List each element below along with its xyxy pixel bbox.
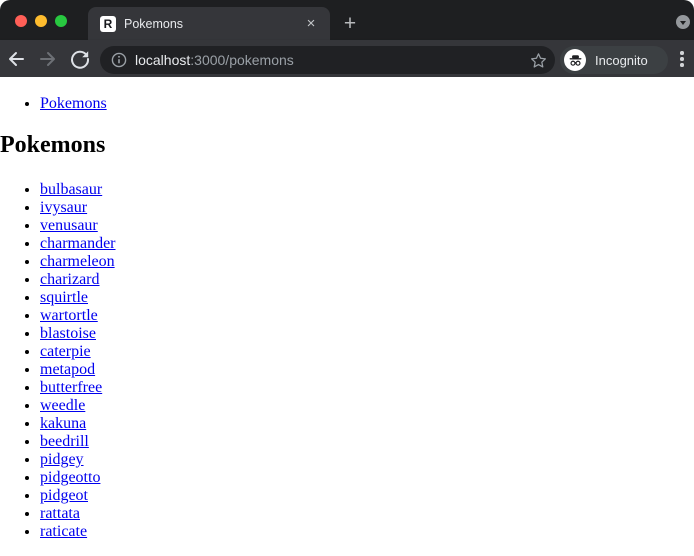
page-title: Pokemons <box>0 132 106 158</box>
pokemon-link[interactable]: ivysaur <box>40 199 87 216</box>
remix-favicon-icon: R <box>100 15 116 32</box>
pokemon-link[interactable]: pidgeotto <box>40 469 100 486</box>
list-item: rattata <box>40 505 694 523</box>
traffic-lights <box>15 15 67 27</box>
dots-menu-icon <box>680 51 684 55</box>
window-close-button[interactable] <box>15 15 27 27</box>
list-item: charmander <box>40 235 694 253</box>
forward-button[interactable] <box>37 48 59 70</box>
pokemon-link[interactable]: charizard <box>40 271 100 288</box>
tab-strip: R Pokemons × + <box>0 0 694 40</box>
tab-title: Pokemons <box>124 16 184 31</box>
site-info-icon[interactable] <box>111 52 127 68</box>
list-item: butterfree <box>40 379 694 397</box>
browser-window: R Pokemons × + localhost:3000/pokemons I… <box>0 0 694 556</box>
list-item: squirtle <box>40 289 694 307</box>
breadcrumb-list: Pokemons <box>0 95 694 113</box>
url-path: :3000/pokemons <box>190 52 294 68</box>
pokemon-link[interactable]: kakuna <box>40 415 86 432</box>
star-icon <box>530 52 546 68</box>
pokemon-link[interactable]: venusaur <box>40 217 98 234</box>
list-item: pidgeotto <box>40 469 694 487</box>
pokemon-link[interactable]: pidgeot <box>40 487 88 504</box>
list-item: metapod <box>40 361 694 379</box>
pokemon-link[interactable]: raticate <box>40 523 87 540</box>
list-item: raticate <box>40 523 694 541</box>
list-item: beedrill <box>40 433 694 451</box>
list-item: bulbasaur <box>40 181 694 199</box>
pokemon-link[interactable]: bulbasaur <box>40 181 102 198</box>
url-host: localhost <box>135 52 191 68</box>
list-item: ivysaur <box>40 199 694 217</box>
back-arrow-icon <box>9 52 24 66</box>
incognito-label: Incognito <box>595 52 648 68</box>
incognito-badge: Incognito <box>560 46 668 74</box>
reload-icon <box>71 50 90 69</box>
pokemon-link[interactable]: beedrill <box>40 433 89 450</box>
page-content: Pokemons Pokemons bulbasaurivysaurvenusa… <box>0 77 694 556</box>
browser-tab[interactable]: R Pokemons × <box>88 7 330 40</box>
back-button[interactable] <box>5 48 27 70</box>
pokemon-link[interactable]: caterpie <box>40 343 91 360</box>
pokemon-link[interactable]: metapod <box>40 361 95 378</box>
list-item: charizard <box>40 271 694 289</box>
pokemon-link[interactable]: blastoise <box>40 325 96 342</box>
tab-close-icon[interactable]: × <box>302 15 320 33</box>
list-item: pidgey <box>40 451 694 469</box>
url-text: localhost:3000/pokemons <box>135 52 294 68</box>
address-bar[interactable]: localhost:3000/pokemons <box>100 46 555 74</box>
new-tab-button[interactable]: + <box>338 13 362 37</box>
pokemon-link[interactable]: pidgey <box>40 451 84 468</box>
pokemon-link[interactable]: weedle <box>40 397 85 414</box>
chevron-down-icon <box>680 20 686 25</box>
tab-search-button[interactable] <box>676 15 690 29</box>
list-item: weedle <box>40 397 694 415</box>
list-item: wartortle <box>40 307 694 325</box>
reload-button[interactable] <box>69 48 91 70</box>
browser-toolbar: localhost:3000/pokemons Incognito <box>0 40 694 77</box>
list-item: charmeleon <box>40 253 694 271</box>
list-item: venusaur <box>40 217 694 235</box>
pokemon-link[interactable]: squirtle <box>40 289 88 306</box>
pokemon-link[interactable]: rattata <box>40 505 80 522</box>
incognito-icon <box>564 49 586 71</box>
forward-arrow-icon <box>40 52 55 66</box>
list-item: kakuna <box>40 415 694 433</box>
list-item: blastoise <box>40 325 694 343</box>
pokemon-link[interactable]: charmeleon <box>40 253 115 270</box>
pokemon-link[interactable]: butterfree <box>40 379 102 396</box>
pokemon-link[interactable]: wartortle <box>40 307 98 324</box>
nav-link[interactable]: Pokemons <box>40 95 107 112</box>
window-zoom-button[interactable] <box>55 15 67 27</box>
list-item: caterpie <box>40 343 694 361</box>
bookmark-button[interactable] <box>528 50 548 70</box>
list-item: Pokemons <box>40 95 694 113</box>
browser-menu-button[interactable] <box>674 48 690 70</box>
pokemon-link[interactable]: charmander <box>40 235 116 252</box>
pokemon-list: bulbasaurivysaurvenusaurcharmandercharme… <box>0 181 694 541</box>
window-minimize-button[interactable] <box>35 15 47 27</box>
list-item: pidgeot <box>40 487 694 505</box>
